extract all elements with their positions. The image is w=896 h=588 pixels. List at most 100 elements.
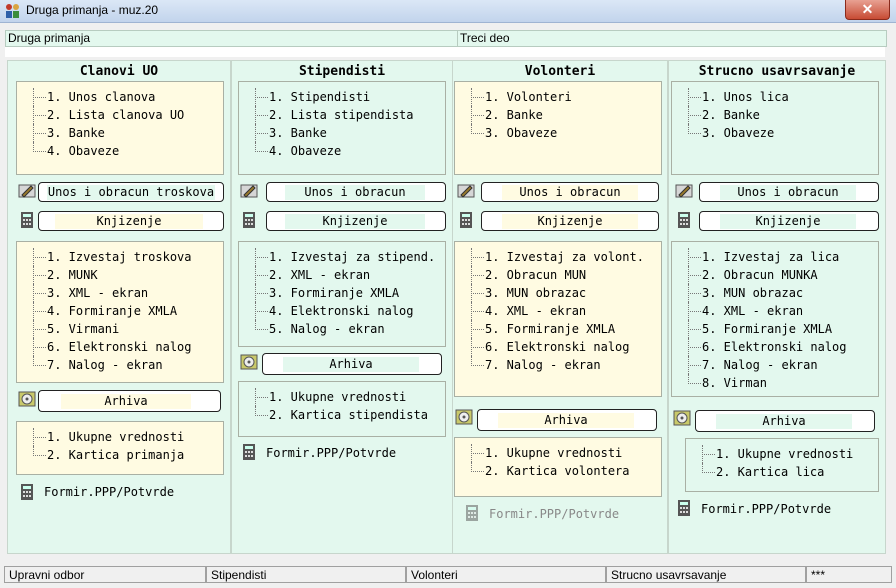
menu-item[interactable]: 1. Izvestaj za lica: [672, 248, 878, 266]
menu-item[interactable]: 2. Banke: [672, 106, 878, 124]
menu-item[interactable]: 5. Virmani: [17, 320, 223, 338]
reports-menu: 1. Izvestaj troskova 2. MUNK 3. XML - ek…: [16, 241, 224, 383]
close-icon: ✕: [861, 1, 874, 17]
menu-item[interactable]: 2. Lista stipendista: [239, 106, 445, 124]
entry-button[interactable]: Unos i obracun: [266, 182, 446, 202]
menu-item[interactable]: 1. Stipendisti: [239, 88, 445, 106]
menu-item[interactable]: 3. XML - ekran: [17, 284, 223, 302]
people-icon: [6, 4, 19, 18]
entry-button-label: Unos i obracun: [720, 185, 856, 200]
status-strucno-usavrsavanje: Strucno usavrsavanje: [606, 566, 806, 583]
menu-item[interactable]: 5. Nalog - ekran: [239, 320, 445, 338]
main-menu: 1. Volonteri 2. Banke 3. Obaveze: [454, 81, 662, 175]
menu-item[interactable]: 2. Kartica primanja: [17, 446, 223, 464]
archive-button[interactable]: Arhiva: [262, 353, 442, 375]
reports-menu: 1. Izvestaj za lica 2. Obracun MUNKA 3. …: [671, 241, 879, 397]
status-bar: Upravni odbor Stipendisti Volonteri Stru…: [0, 564, 896, 586]
ppp-button[interactable]: Formir.PPP/Potvrde: [489, 507, 619, 521]
menu-item[interactable]: 3. Formiranje XMLA: [239, 284, 445, 302]
menu-item[interactable]: 3. Obaveze: [455, 124, 661, 142]
disk-icon: [240, 354, 258, 370]
calculator-icon: [678, 500, 690, 516]
menu-item[interactable]: 5. Formiranje XMLA: [672, 320, 878, 338]
menu-item[interactable]: 3. Banke: [17, 124, 223, 142]
reports-menu: 1. Izvestaj za volont. 2. Obracun MUN 3.…: [454, 241, 662, 397]
menu-item[interactable]: 4. Formiranje XMLA: [17, 302, 223, 320]
menu-item[interactable]: 2. Kartica lica: [686, 463, 878, 481]
booking-button-label: Knjizenje: [720, 214, 856, 229]
pencil-icon: [675, 184, 693, 198]
menu-item[interactable]: 3. MUN obrazac: [455, 284, 661, 302]
booking-button[interactable]: Knjizenje: [699, 211, 879, 231]
menu-item[interactable]: 4. XML - ekran: [672, 302, 878, 320]
entry-button[interactable]: Unos i obracun: [481, 182, 659, 202]
booking-button-label: Knjizenje: [502, 214, 638, 229]
column-title: Volonteri: [524, 64, 596, 79]
menu-item[interactable]: 1. Unos lica: [672, 88, 878, 106]
menu-item[interactable]: 6. Elektronski nalog: [672, 338, 878, 356]
ppp-button[interactable]: Formir.PPP/Potvrde: [266, 446, 396, 460]
booking-button[interactable]: Knjizenje: [38, 211, 224, 231]
booking-button[interactable]: Knjizenje: [266, 211, 446, 231]
menu-item[interactable]: 2. Kartica stipendista: [239, 406, 445, 424]
disk-icon: [455, 409, 473, 425]
menu-item[interactable]: 3. Banke: [239, 124, 445, 142]
menu-item[interactable]: 2. XML - ekran: [239, 266, 445, 284]
column-strucno-usavrsavanje: Strucno usavrsavanje 1. Unos lica 2. Ban…: [668, 60, 886, 554]
ppp-button[interactable]: Formir.PPP/Potvrde: [701, 502, 831, 516]
menu-item[interactable]: 7. Nalog - ekran: [17, 356, 223, 374]
archive-button-label: Arhiva: [716, 414, 852, 429]
column-clanovi-uo: Clanovi UO 1. Unos clanova 2. Lista clan…: [7, 60, 231, 554]
pencil-icon: [240, 184, 258, 198]
menu-item[interactable]: 1. Izvestaj troskova: [17, 248, 223, 266]
menu-item[interactable]: 8. Virman: [672, 374, 878, 392]
disk-icon: [673, 410, 691, 426]
menu-item[interactable]: 6. Elektronski nalog: [17, 338, 223, 356]
pencil-icon: [457, 184, 475, 198]
menu-item[interactable]: 1. Ukupne vrednosti: [686, 445, 878, 463]
calculator-icon: [678, 212, 690, 228]
menu-item[interactable]: 6. Elektronski nalog: [455, 338, 661, 356]
menu-item[interactable]: 2. MUNK: [17, 266, 223, 284]
menu-item[interactable]: 7. Nalog - ekran: [455, 356, 661, 374]
column-title: Clanovi UO: [79, 64, 159, 79]
menu-item[interactable]: 1. Izvestaj za volont.: [455, 248, 661, 266]
archive-menu: 1. Ukupne vrednosti 2. Kartica volontera: [454, 437, 662, 497]
main-menu: 1. Unos clanova 2. Lista clanova UO 3. B…: [16, 81, 224, 175]
main-menu: 1. Unos lica 2. Banke 3. Obaveze: [671, 81, 879, 175]
ppp-button[interactable]: Formir.PPP/Potvrde: [44, 485, 174, 499]
menu-item[interactable]: 3. Obaveze: [672, 124, 878, 142]
close-button[interactable]: ✕: [845, 0, 890, 20]
menu-item[interactable]: 1. Izvestaj za stipend.: [239, 248, 445, 266]
menu-item[interactable]: 5. Formiranje XMLA: [455, 320, 661, 338]
menu-item[interactable]: 1. Unos clanova: [17, 88, 223, 106]
reports-menu: 1. Izvestaj za stipend. 2. XML - ekran 3…: [238, 241, 446, 347]
menu-item[interactable]: 4. Elektronski nalog: [239, 302, 445, 320]
menu-item[interactable]: 1. Ukupne vrednosti: [17, 428, 223, 446]
title-bar: Druga primanja - muz.20 ✕: [0, 0, 896, 23]
header-right-field: Treci deo: [457, 30, 887, 47]
menu-item[interactable]: 2. Obracun MUNKA: [672, 266, 878, 284]
archive-button[interactable]: Arhiva: [477, 409, 657, 431]
archive-button[interactable]: Arhiva: [38, 390, 221, 412]
entry-button[interactable]: Unos i obracun troskova: [38, 182, 224, 202]
menu-item[interactable]: 4. Obaveze: [239, 142, 445, 160]
menu-item[interactable]: 2. Lista clanova UO: [17, 106, 223, 124]
booking-button[interactable]: Knjizenje: [481, 211, 659, 231]
menu-item[interactable]: 2. Banke: [455, 106, 661, 124]
menu-item[interactable]: 3. MUN obrazac: [672, 284, 878, 302]
menu-item[interactable]: 1. Ukupne vrednosti: [239, 388, 445, 406]
menu-item[interactable]: 4. Obaveze: [17, 142, 223, 160]
menu-item[interactable]: 1. Volonteri: [455, 88, 661, 106]
menu-item[interactable]: 4. XML - ekran: [455, 302, 661, 320]
menu-item[interactable]: 2. Kartica volontera: [455, 462, 661, 480]
entry-button[interactable]: Unos i obracun: [699, 182, 879, 202]
disk-icon: [18, 391, 36, 407]
menu-item[interactable]: 2. Obracun MUN: [455, 266, 661, 284]
calculator-icon: [21, 212, 33, 228]
status-upravni-odbor: Upravni odbor: [4, 566, 206, 583]
archive-button-label: Arhiva: [283, 357, 419, 372]
menu-item[interactable]: 7. Nalog - ekran: [672, 356, 878, 374]
archive-button[interactable]: Arhiva: [695, 410, 875, 432]
menu-item[interactable]: 1. Ukupne vrednosti: [455, 444, 661, 462]
